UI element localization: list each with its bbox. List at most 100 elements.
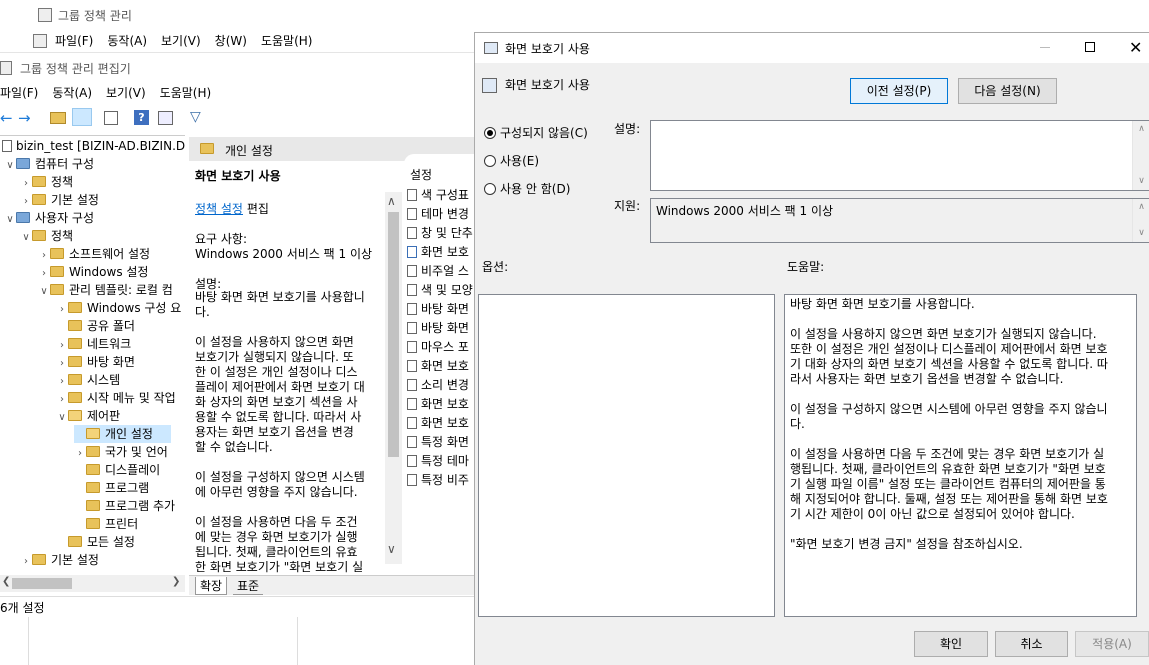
radio-enabled[interactable]: 사용(E) xyxy=(484,152,539,169)
tree-node-software-settings[interactable]: › 소프트웨어 설정 xyxy=(38,245,150,263)
list-item[interactable]: 비주얼 스 xyxy=(407,262,473,281)
chevron-right-icon[interactable]: › xyxy=(20,553,32,571)
tree-node-network[interactable]: › 네트워크 xyxy=(56,335,131,353)
tree-node-printers[interactable]: 프린터 xyxy=(74,515,138,533)
scroll-up-icon[interactable]: ∧ xyxy=(1133,121,1149,138)
gpe-menu-help[interactable]: 도움말(H) xyxy=(153,82,219,104)
list-item[interactable]: 화면 보호 xyxy=(407,395,473,414)
list-item[interactable]: 소리 변경 xyxy=(407,376,473,395)
minimize-icon[interactable] xyxy=(1040,47,1050,48)
list-item[interactable]: 창 및 단추 xyxy=(407,224,473,243)
comment-field[interactable]: ∧ ∨ xyxy=(650,120,1149,191)
list-item[interactable]: 특정 화면 xyxy=(407,433,473,452)
tree-node-start-menu[interactable]: › 시작 메뉴 및 작업 xyxy=(56,389,176,407)
tree-node-user-preferences[interactable]: › 기본 설정 xyxy=(20,551,99,569)
gpm-menu-help[interactable]: 도움말(H) xyxy=(254,30,320,52)
gpe-menu-bar: 파일(F) 동작(A) 보기(V) 도움말(H) xyxy=(0,82,474,104)
tree-node-region-language[interactable]: › 국가 및 언어 xyxy=(74,443,168,461)
tree-node-all-settings[interactable]: 모든 설정 xyxy=(56,533,135,551)
properties-icon[interactable] xyxy=(158,111,173,125)
tree-node-preferences[interactable]: › 기본 설정 xyxy=(20,191,99,209)
radio-not-configured[interactable]: 구성되지 않음(C) xyxy=(484,124,588,141)
tree-node-add-programs[interactable]: 프로그램 추가 xyxy=(74,497,175,515)
previous-setting-button[interactable]: 이전 설정(P) xyxy=(850,78,948,104)
scroll-down-icon[interactable]: ∨ xyxy=(1133,225,1149,242)
list-item[interactable]: 특정 비주 xyxy=(407,471,473,490)
export-list-icon[interactable] xyxy=(104,111,118,125)
scroll-up-icon[interactable]: ∧ xyxy=(387,194,396,208)
policy-tree[interactable]: bizin_test [BIZIN-AD.BIZIN.DOM ∨컴퓨터 구성 ›… xyxy=(0,135,185,575)
gpm-menu-window[interactable]: 창(W) xyxy=(208,30,254,52)
tree-node-control-panel[interactable]: ∨ 제어판 xyxy=(56,407,120,425)
tree-node-windows-components[interactable]: › Windows 구성 요 xyxy=(56,299,181,317)
forward-arrow-icon[interactable]: → xyxy=(18,109,31,127)
maximize-icon[interactable] xyxy=(1085,42,1095,52)
up-folder-icon[interactable] xyxy=(50,112,66,124)
tree-node-admin-templates[interactable]: ∨ 관리 템플릿: 로컬 컴 xyxy=(38,281,172,301)
cancel-button[interactable]: 취소 xyxy=(995,631,1068,657)
scroll-down-icon[interactable]: ∨ xyxy=(1133,173,1149,190)
gpe-menu-action[interactable]: 동작(A) xyxy=(45,82,99,104)
tree-node-system[interactable]: › 시스템 xyxy=(56,371,120,389)
list-item[interactable]: 색 및 모양 xyxy=(407,281,473,300)
scroll-right-icon[interactable]: ❯ xyxy=(172,576,180,587)
view-tabs: 확장 표준 xyxy=(189,575,474,595)
chevron-down-icon[interactable]: ∨ xyxy=(4,211,16,229)
ok-button[interactable]: 확인 xyxy=(914,631,988,657)
gpm-menu-action[interactable]: 동작(A) xyxy=(100,30,154,52)
gpe-menu-view[interactable]: 보기(V) xyxy=(99,82,153,104)
chevron-down-icon[interactable]: ∨ xyxy=(20,229,32,247)
scroll-left-icon[interactable]: ❮ xyxy=(2,576,10,587)
tree-node-computer-config[interactable]: ∨ 컴퓨터 구성 xyxy=(4,155,94,173)
policy-doc-icon xyxy=(407,284,417,296)
chevron-down-icon[interactable]: ∨ xyxy=(4,157,16,175)
tab-extended[interactable]: 확장 xyxy=(195,577,228,595)
tree-node-windows-settings[interactable]: › Windows 설정 xyxy=(38,263,148,281)
filter-icon[interactable]: ▽ xyxy=(190,109,201,125)
supported-scrollbar[interactable]: ∧ ∨ xyxy=(1132,199,1149,242)
tree-node-programs[interactable]: 프로그램 xyxy=(74,479,149,497)
comment-scrollbar[interactable]: ∧ ∨ xyxy=(1132,121,1149,190)
tree-node-user-config[interactable]: ∨ 사용자 구성 xyxy=(4,209,94,227)
list-item[interactable]: 화면 보호 xyxy=(407,243,473,262)
tree-node-root[interactable]: bizin_test [BIZIN-AD.BIZIN.DOM xyxy=(0,137,185,155)
help-icon[interactable]: ? xyxy=(134,110,149,125)
chevron-down-icon[interactable]: ∨ xyxy=(56,409,68,427)
tree-node-shared-folders[interactable]: 공유 폴더 xyxy=(56,317,135,335)
policy-doc-icon xyxy=(407,265,417,277)
radio-disabled[interactable]: 사용 안 함(D) xyxy=(484,180,570,197)
gpm-menu-file[interactable]: 파일(F) xyxy=(48,30,100,52)
radio-selected-icon[interactable] xyxy=(484,127,496,139)
list-item[interactable]: 바탕 화면 xyxy=(407,319,473,338)
gpm-menu-view[interactable]: 보기(V) xyxy=(154,30,208,52)
close-icon[interactable]: ✕ xyxy=(1129,38,1142,57)
apply-button[interactable]: 적용(A) xyxy=(1075,631,1149,657)
show-hide-tree-icon[interactable] xyxy=(72,108,92,126)
tab-standard[interactable]: 표준 xyxy=(233,577,264,595)
scroll-up-icon[interactable]: ∧ xyxy=(1133,199,1149,216)
tree-node-display[interactable]: 디스플레이 xyxy=(74,461,160,479)
list-item[interactable]: 색 구성표 xyxy=(407,186,473,205)
list-item[interactable]: 마우스 포 xyxy=(407,338,473,357)
policy-setting-link[interactable]: 정책 설정 xyxy=(195,202,243,216)
next-setting-button[interactable]: 다음 설정(N) xyxy=(958,78,1057,104)
list-item[interactable]: 바탕 화면 xyxy=(407,300,473,319)
tree-node-desktop[interactable]: › 바탕 화면 xyxy=(56,353,135,371)
scroll-thumb[interactable] xyxy=(12,578,72,589)
scroll-down-icon[interactable]: ∨ xyxy=(387,542,396,556)
radio-icon[interactable] xyxy=(484,155,496,167)
tree-node-user-policy[interactable]: ∨ 정책 xyxy=(20,227,73,245)
tree-node-policy[interactable]: › 정책 xyxy=(20,173,73,191)
scroll-thumb[interactable] xyxy=(388,212,399,457)
list-item[interactable]: 특정 테마 xyxy=(407,452,473,471)
list-item[interactable]: 화면 보호 xyxy=(407,414,473,433)
description-scrollbar[interactable]: ∧ ∨ xyxy=(385,192,402,564)
gpe-menu-file[interactable]: 파일(F) xyxy=(0,82,45,104)
chevron-down-icon[interactable]: ∨ xyxy=(38,283,50,301)
radio-icon[interactable] xyxy=(484,183,496,195)
list-item[interactable]: 화면 보호 xyxy=(407,357,473,376)
back-arrow-icon[interactable]: ← xyxy=(0,109,13,127)
tree-node-personalization[interactable]: 개인 설정 xyxy=(74,425,171,443)
list-item[interactable]: 테마 변경 xyxy=(407,205,473,224)
tree-hscrollbar[interactable]: ❮ ❯ xyxy=(0,575,185,592)
